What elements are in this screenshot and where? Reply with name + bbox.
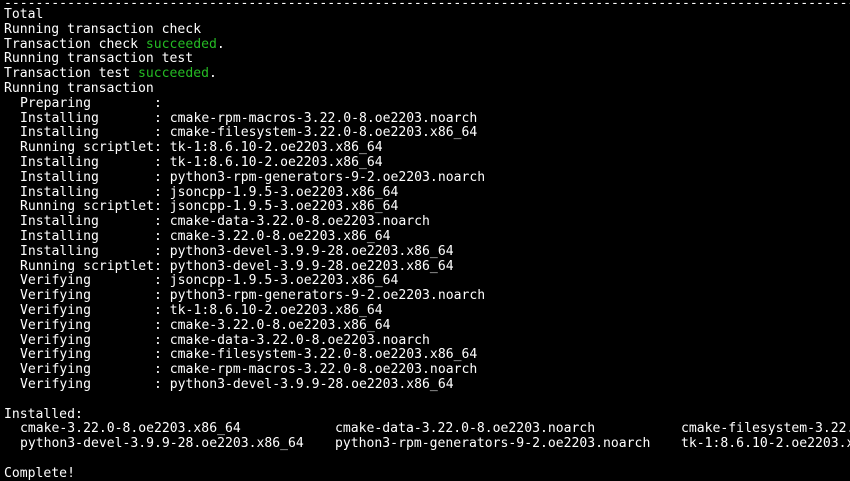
step-action: Installing : (20, 154, 162, 170)
step-action: Installing : (20, 169, 162, 185)
step-package: cmake-rpm-macros-3.22.0-8.oe2203.noarch (161, 362, 478, 378)
step-package: python3-devel-3.9.9-28.oe2203.x86_64 (161, 376, 454, 392)
transaction-test-result-line: Transaction test succeeded. (4, 66, 850, 82)
step-action: Running scriptlet: (20, 140, 162, 156)
step-line: Installing : cmake-filesystem-3.22.0-8.o… (4, 125, 850, 141)
step-line: Installing : cmake-data-3.22.0-8.oe2203.… (4, 214, 850, 230)
step-line: Installing : cmake-rpm-macros-3.22.0-8.o… (4, 110, 850, 127)
step-action: Verifying : (20, 332, 162, 348)
step-package: jsoncpp-1.9.5-3.oe2203.x86_64 (161, 199, 399, 215)
step-action: Verifying : (20, 288, 162, 304)
transaction-check-result-line: Transaction check succeeded. (4, 36, 850, 53)
step-line: Running scriptlet: python3-devel-3.9.9-2… (4, 258, 850, 275)
step-line: Installing : python3-devel-3.9.9-28.oe22… (4, 243, 850, 260)
step-package: cmake-3.22.0-8.oe2203.x86_64 (161, 228, 391, 244)
installed-package: tk-1:8.6.10-2.oe2203.x86_64 (681, 436, 850, 452)
installed-heading: Installed: (4, 406, 83, 422)
step-action: Installing : (20, 214, 162, 230)
step-line: Installing : python3-rpm-generators-9-2.… (4, 169, 850, 186)
step-line: Verifying : tk-1:8.6.10-2.oe2203.x86_64 (4, 302, 850, 319)
terminal-output: Total Running transaction check Transact… (4, 7, 850, 481)
step-line: Verifying : jsoncpp-1.9.5-3.oe2203.x86_6… (4, 273, 850, 289)
result-suffix: . (208, 66, 217, 82)
step-action: Verifying : (20, 273, 162, 289)
step-action: Running scriptlet: (20, 258, 162, 274)
step-package: cmake-filesystem-3.22.0-8.oe2203.x86_64 (161, 125, 478, 141)
step-package: python3-rpm-generators-9-2.oe2203.noarch (161, 169, 486, 185)
running-transaction-line: Running transaction (4, 80, 154, 96)
step-line: Running scriptlet: tk-1:8.6.10-2.oe2203.… (4, 140, 850, 156)
step-line: Preparing : (4, 95, 850, 112)
complete-line: Complete! (4, 465, 75, 481)
terminal-window[interactable]: ----------------------------------------… (0, 0, 850, 481)
step-package: python3-devel-3.9.9-28.oe2203.x86_64 (161, 243, 454, 259)
step-action: Installing : (20, 125, 162, 141)
step-action: Verifying : (20, 347, 162, 363)
step-line: Running scriptlet: jsoncpp-1.9.5-3.oe220… (4, 199, 850, 215)
step-action: Installing : (20, 228, 162, 244)
step-action: Installing : (20, 243, 162, 259)
step-line: Verifying : python3-rpm-generators-9-2.o… (4, 288, 850, 304)
installed-package: python3-rpm-generators-9-2.oe2203.noarch (335, 436, 651, 452)
step-action: Running scriptlet: (20, 199, 162, 215)
step-package: cmake-data-3.22.0-8.oe2203.noarch (161, 214, 430, 230)
total-line: Total (4, 7, 44, 22)
installed-package: cmake-data-3.22.0-8.oe2203.noarch (335, 421, 596, 437)
step-action: Installing : (20, 184, 162, 200)
step-line: Verifying : cmake-3.22.0-8.oe2203.x86_64 (4, 317, 850, 334)
success-word: succeeded (138, 66, 209, 82)
result-suffix: . (216, 36, 225, 52)
transaction-test-line: Running transaction test (4, 51, 194, 67)
installed-package: cmake-3.22.0-8.oe2203.x86_64 (20, 421, 241, 437)
step-package: tk-1:8.6.10-2.oe2203.x86_64 (161, 302, 383, 318)
installed-package: cmake-filesystem-3.22.0-8.oe2203.x86_64 (681, 421, 850, 437)
step-action: Installing : (20, 110, 162, 126)
step-action: Verifying : (20, 317, 162, 333)
step-package: python3-devel-3.9.9-28.oe2203.x86_64 (161, 258, 454, 274)
step-action: Verifying : (20, 302, 162, 318)
step-package: cmake-filesystem-3.22.0-8.oe2203.x86_64 (161, 347, 478, 363)
step-package: python3-rpm-generators-9-2.oe2203.noarch (161, 288, 486, 304)
step-package: tk-1:8.6.10-2.oe2203.x86_64 (161, 154, 383, 170)
step-package: cmake-data-3.22.0-8.oe2203.noarch (161, 332, 430, 348)
result-prefix: Transaction test (4, 66, 139, 82)
step-line: Installing : tk-1:8.6.10-2.oe2203.x86_64 (4, 154, 850, 171)
step-package: cmake-rpm-macros-3.22.0-8.oe2203.noarch (161, 110, 478, 126)
step-line: Verifying : cmake-rpm-macros-3.22.0-8.oe… (4, 362, 850, 378)
installed-row: python3-devel-3.9.9-28.oe2203.x86_64 pyth… (4, 436, 850, 452)
step-package: cmake-3.22.0-8.oe2203.x86_64 (161, 317, 391, 333)
step-action: Preparing : (20, 95, 162, 111)
step-package: jsoncpp-1.9.5-3.oe2203.x86_64 (161, 184, 399, 200)
installed-row: cmake-3.22.0-8.oe2203.x86_64 cmake-data-3… (4, 422, 850, 437)
step-line: Verifying : cmake-filesystem-3.22.0-8.oe… (4, 347, 850, 363)
step-line: Verifying : python3-devel-3.9.9-28.oe220… (4, 376, 850, 393)
step-line: Verifying : cmake-data-3.22.0-8.oe2203.n… (4, 332, 850, 349)
step-package: tk-1:8.6.10-2.oe2203.x86_64 (161, 140, 383, 156)
step-action: Verifying : (20, 376, 162, 392)
transaction-check-line: Running transaction check (4, 21, 202, 37)
step-action: Verifying : (20, 362, 162, 378)
installed-package: python3-devel-3.9.9-28.oe2203.x86_64 (20, 436, 304, 452)
separator-rule: ----------------------------------------… (4, 1, 850, 7)
step-package: jsoncpp-1.9.5-3.oe2203.x86_64 (161, 273, 399, 289)
step-line: Installing : jsoncpp-1.9.5-3.oe2203.x86_… (4, 184, 850, 201)
result-prefix: Transaction check (4, 36, 146, 52)
success-word: succeeded (145, 36, 217, 52)
step-line: Installing : cmake-3.22.0-8.oe2203.x86_6… (4, 228, 850, 245)
